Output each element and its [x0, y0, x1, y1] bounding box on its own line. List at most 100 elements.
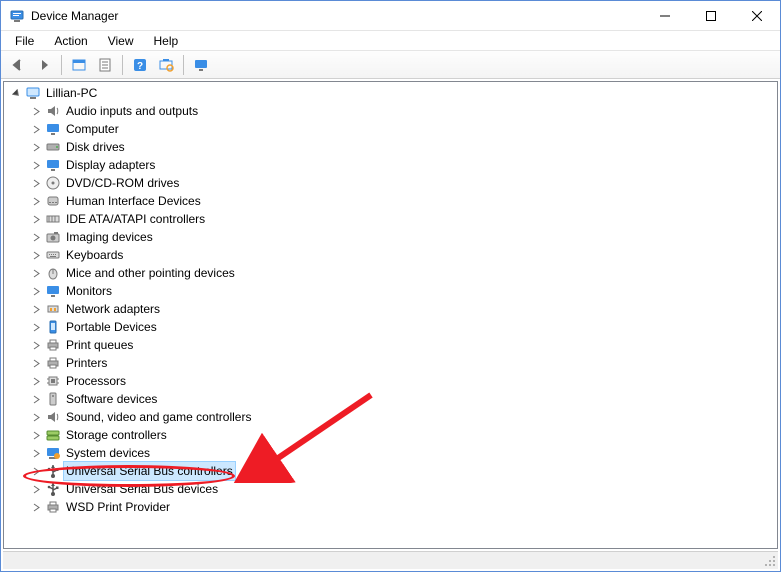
expand-icon[interactable]	[28, 445, 44, 461]
expand-icon[interactable]	[28, 337, 44, 353]
menu-action[interactable]: Action	[46, 32, 95, 50]
expand-icon[interactable]	[28, 211, 44, 227]
expand-icon[interactable]	[28, 247, 44, 263]
expand-icon[interactable]	[28, 409, 44, 425]
expand-icon[interactable]	[28, 373, 44, 389]
tree-item-label: Print queues	[64, 336, 135, 354]
tree-item-label: Universal Serial Bus controllers	[64, 462, 235, 480]
usb-icon	[45, 463, 61, 479]
scan-button[interactable]	[154, 53, 178, 77]
toolbar-separator	[183, 55, 184, 75]
tree-item-label: Display adapters	[64, 156, 157, 174]
toolbar: ?	[1, 51, 780, 79]
expand-icon[interactable]	[28, 265, 44, 281]
tree-item[interactable]: IDE ATA/ATAPI controllers	[4, 210, 777, 228]
tree-item[interactable]: Portable Devices	[4, 318, 777, 336]
show-hidden-button[interactable]	[67, 53, 91, 77]
expand-icon[interactable]	[28, 157, 44, 173]
menu-view[interactable]: View	[100, 32, 142, 50]
cpu-icon	[45, 373, 61, 389]
menu-file[interactable]: File	[7, 32, 42, 50]
back-button[interactable]	[6, 53, 30, 77]
expand-icon[interactable]	[28, 481, 44, 497]
properties-button[interactable]	[93, 53, 117, 77]
tree-item[interactable]: Monitors	[4, 282, 777, 300]
tree-item-label: WSD Print Provider	[64, 498, 172, 516]
forward-button[interactable]	[32, 53, 56, 77]
tree-item-label: System devices	[64, 444, 152, 462]
computer-icon	[25, 85, 41, 101]
tree-item-label: IDE ATA/ATAPI controllers	[64, 210, 207, 228]
expand-icon[interactable]	[28, 193, 44, 209]
storage-icon	[45, 427, 61, 443]
speaker-icon	[45, 409, 61, 425]
menubar: File Action View Help	[1, 31, 780, 51]
portable-icon	[45, 319, 61, 335]
tree-item-label: Sound, video and game controllers	[64, 408, 253, 426]
tree-item[interactable]: Universal Serial Bus devices	[4, 480, 777, 498]
expand-icon[interactable]	[8, 85, 24, 101]
tree-item[interactable]: Sound, video and game controllers	[4, 408, 777, 426]
expand-icon[interactable]	[28, 121, 44, 137]
disc-icon	[45, 175, 61, 191]
tree-item[interactable]: System devices	[4, 444, 777, 462]
tree-item-label: Network adapters	[64, 300, 162, 318]
expand-icon[interactable]	[28, 103, 44, 119]
tree-item[interactable]: Display adapters	[4, 156, 777, 174]
statusbar	[3, 551, 778, 569]
tree-item[interactable]: Storage controllers	[4, 426, 777, 444]
tree-item[interactable]: Imaging devices	[4, 228, 777, 246]
expand-icon[interactable]	[28, 175, 44, 191]
app-icon	[9, 8, 25, 24]
software-icon	[45, 391, 61, 407]
tree-item-label: Keyboards	[64, 246, 125, 264]
tree-item[interactable]: Printers	[4, 354, 777, 372]
tree-view[interactable]: Lillian-PCAudio inputs and outputsComput…	[3, 81, 778, 549]
expand-icon[interactable]	[28, 319, 44, 335]
expand-icon[interactable]	[28, 229, 44, 245]
tree-root[interactable]: Lillian-PC	[4, 84, 777, 102]
monitor-icon	[45, 157, 61, 173]
tree-item[interactable]: WSD Print Provider	[4, 498, 777, 516]
svg-text:?: ?	[137, 61, 143, 72]
close-button[interactable]	[734, 1, 780, 31]
printer-icon	[45, 355, 61, 371]
tree-item[interactable]: Print queues	[4, 336, 777, 354]
speaker-icon	[45, 103, 61, 119]
tree-item[interactable]: Disk drives	[4, 138, 777, 156]
tree-item[interactable]: Audio inputs and outputs	[4, 102, 777, 120]
menu-help[interactable]: Help	[146, 32, 187, 50]
tree-item[interactable]: Software devices	[4, 390, 777, 408]
maximize-button[interactable]	[688, 1, 734, 31]
hid-icon	[45, 193, 61, 209]
expand-icon[interactable]	[28, 301, 44, 317]
tree-item[interactable]: DVD/CD-ROM drives	[4, 174, 777, 192]
tree-item[interactable]: Universal Serial Bus controllers	[4, 462, 777, 480]
expand-icon[interactable]	[28, 139, 44, 155]
expand-icon[interactable]	[28, 463, 44, 479]
tree-item[interactable]: Keyboards	[4, 246, 777, 264]
tree-item-label: Processors	[64, 372, 128, 390]
expand-icon[interactable]	[28, 283, 44, 299]
minimize-button[interactable]	[642, 1, 688, 31]
keyboard-icon	[45, 247, 61, 263]
tree-root-label: Lillian-PC	[44, 84, 99, 102]
tree-item-label: DVD/CD-ROM drives	[64, 174, 181, 192]
expand-icon[interactable]	[28, 427, 44, 443]
tree-item[interactable]: Processors	[4, 372, 777, 390]
help-button[interactable]: ?	[128, 53, 152, 77]
tree-item[interactable]: Network adapters	[4, 300, 777, 318]
tree-item[interactable]: Mice and other pointing devices	[4, 264, 777, 282]
mouse-icon	[45, 265, 61, 281]
expand-icon[interactable]	[28, 355, 44, 371]
tree-item-label: Software devices	[64, 390, 159, 408]
tree-item-label: Portable Devices	[64, 318, 159, 336]
display-button[interactable]	[189, 53, 213, 77]
tree-item-label: Printers	[64, 354, 109, 372]
tree-item[interactable]: Human Interface Devices	[4, 192, 777, 210]
resize-grip[interactable]	[762, 553, 776, 567]
camera-icon	[45, 229, 61, 245]
tree-item[interactable]: Computer	[4, 120, 777, 138]
expand-icon[interactable]	[28, 499, 44, 515]
expand-icon[interactable]	[28, 391, 44, 407]
